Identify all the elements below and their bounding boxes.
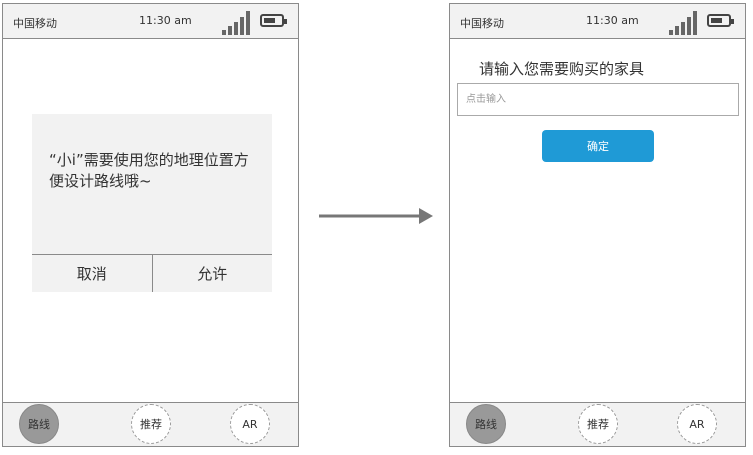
tab-ar[interactable]: AR: [230, 404, 270, 444]
carrier-label: 中国移动: [460, 17, 504, 30]
tab-route[interactable]: 路线: [19, 404, 59, 444]
location-permission-dialog: “小i”需要使用您的地理位置方便设计路线哦~ 取消 允许: [32, 114, 272, 292]
clock-time: 11:30 am: [586, 14, 639, 27]
tab-recommend[interactable]: 推荐: [131, 404, 171, 444]
tab-recommend[interactable]: 推荐: [578, 404, 618, 444]
furniture-search-input[interactable]: [457, 83, 739, 116]
bottom-tab-bar: 路线 推荐 AR: [450, 402, 745, 446]
form-title: 请输入您需要购买的家具: [479, 60, 645, 78]
dialog-actions: 取消 允许: [32, 254, 272, 292]
status-bar: 中国移动 11:30 am: [3, 4, 298, 39]
dialog-message: “小i”需要使用您的地理位置方便设计路线哦~: [49, 151, 249, 190]
right-arrow-icon: [319, 208, 433, 224]
allow-button[interactable]: 允许: [153, 255, 273, 292]
status-bar: 中国移动 11:30 am: [450, 4, 745, 39]
cancel-button[interactable]: 取消: [32, 255, 153, 292]
battery-icon: [707, 14, 734, 27]
confirm-button[interactable]: 确定: [542, 130, 654, 162]
battery-icon: [260, 14, 287, 27]
tab-route[interactable]: 路线: [466, 404, 506, 444]
bottom-tab-bar: 路线 推荐 AR: [3, 402, 298, 446]
tab-ar[interactable]: AR: [677, 404, 717, 444]
signal-strength-icon: [222, 11, 252, 35]
phone-screen-permission: 中国移动 11:30 am “小i”需要使用您的地理位置方便设计路线哦~ 取消 …: [2, 3, 299, 447]
signal-strength-icon: [669, 11, 699, 35]
clock-time: 11:30 am: [139, 14, 192, 27]
phone-screen-furniture-input: 中国移动 11:30 am 请输入您需要购买的家具 确定 路线 推荐 AR: [449, 3, 746, 447]
carrier-label: 中国移动: [13, 17, 57, 30]
